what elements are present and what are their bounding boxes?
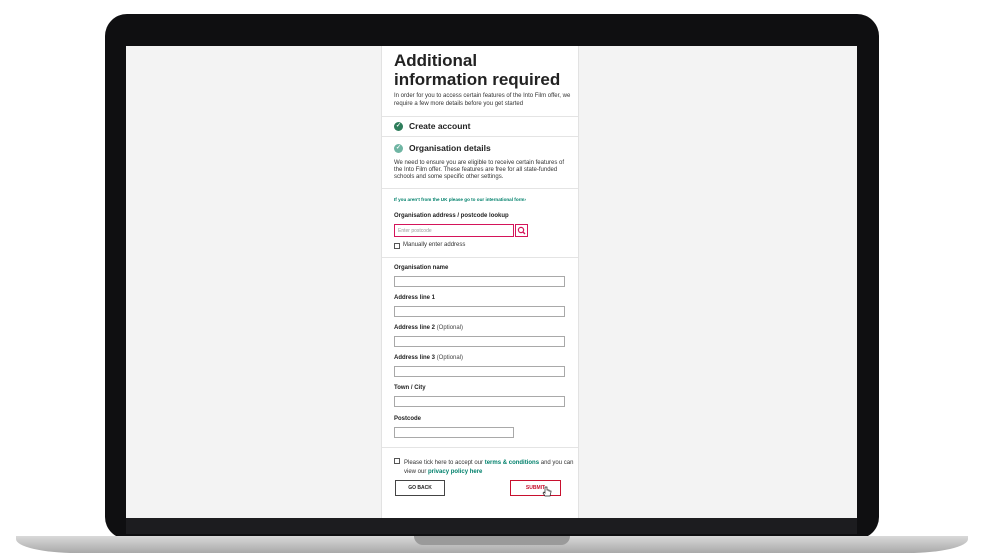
submit-button[interactable]: SUBMIT — [510, 480, 561, 496]
town-city-input[interactable] — [394, 396, 565, 407]
go-back-button[interactable]: GO BACK — [395, 480, 445, 496]
form-panel: Additional information required In order… — [381, 46, 579, 518]
intro-text: In order for you to access certain featu… — [394, 93, 571, 107]
browser-viewport: Additional information required In order… — [126, 46, 857, 518]
step-label: Organisation details — [409, 143, 491, 153]
divider — [382, 257, 578, 258]
terms-link[interactable]: terms & conditions — [485, 460, 539, 466]
postcode-label: Postcode — [394, 416, 422, 422]
address-line-3-label: Address line 3 (Optional) — [394, 355, 464, 361]
address-line-1-label: Address line 1 — [394, 295, 436, 301]
hand-cursor-icon — [542, 486, 552, 497]
manual-address-checkbox[interactable] — [394, 243, 400, 249]
search-icon — [517, 226, 526, 235]
organisation-name-input[interactable] — [394, 276, 565, 287]
postcode-search-button[interactable] — [515, 224, 528, 237]
terms-checkbox[interactable] — [394, 458, 400, 464]
postcode-input[interactable] — [394, 427, 514, 438]
step-organisation-details[interactable]: ✓ Organisation details — [382, 138, 578, 158]
lookup-label: Organisation address / postcode lookup — [394, 213, 509, 219]
terms-text: Please tick here to accept our terms & c… — [404, 460, 574, 475]
check-circle-icon: ✓ — [394, 122, 403, 131]
address-line-1-input[interactable] — [394, 306, 565, 317]
international-form-link[interactable]: If you aren't from the UK please go to o… — [394, 197, 526, 202]
address-line-3-input[interactable] — [394, 366, 565, 377]
screen-bezel — [126, 518, 857, 534]
laptop-notch — [414, 536, 570, 545]
town-city-label: Town / City — [394, 385, 426, 391]
divider — [382, 188, 578, 189]
manual-address-label: Manually enter address — [403, 242, 466, 248]
divider — [382, 136, 578, 137]
address-line-2-label: Address line 2 (Optional) — [394, 325, 464, 331]
postcode-lookup-input[interactable]: Enter postcode — [394, 224, 514, 237]
divider — [382, 447, 578, 448]
eligibility-text: We need to ensure you are eligible to re… — [394, 160, 564, 181]
privacy-link[interactable]: privacy policy here — [428, 469, 482, 475]
organisation-name-label: Organisation name — [394, 265, 449, 271]
step-create-account[interactable]: ✓ Create account — [382, 116, 578, 136]
address-line-2-input[interactable] — [394, 336, 565, 347]
page-title: Additional information required — [394, 51, 561, 89]
check-circle-icon: ✓ — [394, 144, 403, 153]
step-label: Create account — [409, 121, 471, 131]
